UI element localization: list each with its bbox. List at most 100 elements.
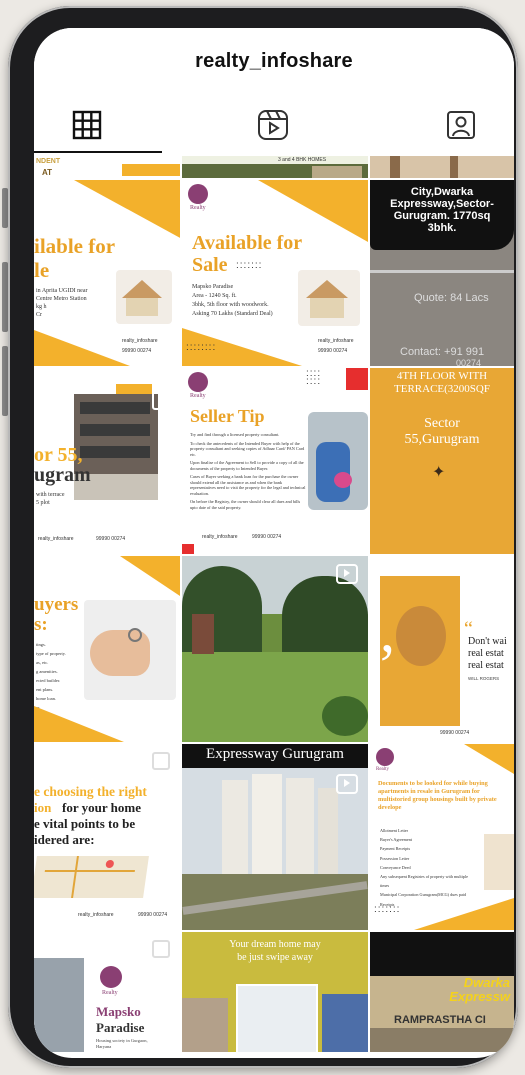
logo-text: Realty (102, 990, 118, 996)
quote-line: Don't wai (468, 636, 507, 647)
post-available-sale[interactable]: Realty Available for Sale ::::::: Mapsko… (182, 180, 368, 366)
corner-shape (34, 706, 124, 742)
list-item: Possession Letter (380, 855, 410, 861)
post-buyers[interactable]: uyers s: tings. type of property. as, et… (34, 556, 180, 742)
post-phone: 99990 00274 (318, 348, 348, 354)
quote-line: real estat (468, 660, 504, 671)
sign-text: RAMPRASTHA CI (394, 1014, 486, 1026)
realty-logo-icon (376, 748, 394, 766)
building-floor (80, 424, 150, 436)
post-mapsko-paradise[interactable]: Realty Mapsko Paradise Housing society i… (34, 932, 180, 1052)
tower (318, 788, 338, 880)
list-item: ent plans. (36, 687, 54, 692)
post-seller-tip[interactable]: Realty :::::::: Seller Tip Try and find … (182, 368, 368, 554)
listing-line: TERRACE(3200SQF (394, 383, 490, 395)
building-image (34, 958, 84, 1052)
wall (192, 614, 214, 654)
list-item: 3bhk, 5th floor with woodwork. (192, 302, 269, 308)
details-list: Mapsko Paradise Area - 1240 Sq. ft. 3bhk… (192, 284, 300, 317)
house-photo (236, 984, 318, 1052)
post-text: Haryana (96, 1044, 112, 1049)
post-expressway-reel[interactable]: Expressway Gurugram (182, 744, 368, 930)
post-phone: 99990 00274 (96, 536, 126, 542)
post-documents[interactable]: Realty Documents to be looked for while … (370, 744, 514, 930)
post-dwarka-listing[interactable]: City,Dwarka Expressway,Sector- Gurugram.… (370, 180, 514, 366)
realty-logo-icon (188, 372, 208, 392)
tips-list: Try and find through a licensed property… (190, 432, 306, 510)
post-tile[interactable] (370, 156, 514, 178)
carousel-icon (152, 390, 172, 410)
decor-dots: :::::::: (186, 342, 217, 353)
tab-posts-grid[interactable] (34, 108, 162, 153)
tab-tagged[interactable] (444, 108, 478, 142)
post-sector55-terrace[interactable]: 4TH FLOOR WITH TERRACE(3200SQF Sector 55… (370, 368, 514, 554)
interior-image (450, 156, 458, 178)
post-text: 3 and 4 BHK HOMES (278, 157, 327, 163)
list-item: Cases of Buyer seeking a bank loan for t… (190, 474, 306, 496)
post-tile[interactable]: NDENT AT (34, 156, 180, 178)
post-title: ugram (34, 464, 91, 486)
tower (252, 774, 282, 880)
post-title: le (34, 258, 50, 282)
post-title: for your home (62, 800, 141, 815)
house-image (484, 834, 514, 890)
building-image (312, 166, 362, 178)
post-tile[interactable]: 3 and 4 BHK HOMES (182, 156, 368, 178)
reel-icon (336, 564, 358, 584)
corner-shape (34, 330, 130, 366)
listing-text: 4TH FLOOR WITH TERRACE(3200SQF (370, 370, 514, 396)
post-caption: Expressway Gurugram (206, 746, 344, 762)
list-item: Buyer's Agreement (380, 837, 413, 843)
phone-frame: realty_infoshare NDENT AT 3 and 4 BHK HO… (8, 6, 518, 1068)
corner-shape (74, 180, 180, 240)
list-item: home loan. (36, 696, 56, 701)
post-phone: 99990 00274 (440, 730, 470, 736)
post-sector55[interactable]: or 55, ugram with terrace 5 plot realty_… (34, 368, 180, 554)
listing-line: 55,Gurugram (404, 432, 480, 447)
building-photo (322, 994, 368, 1052)
post-title: Mapsko (96, 1004, 141, 1019)
post-text: kg h (36, 304, 47, 310)
reel-icon (336, 774, 358, 794)
post-dream-home[interactable]: Your dream home may be just swipe away (182, 932, 368, 1052)
post-quote[interactable]: , “ Don't wai real estat real estat WILL… (370, 556, 514, 742)
list-item: as, etc. (36, 660, 49, 665)
post-dwarka-expressway[interactable]: Dwarka Expressw RAMPRASTHA CI (370, 932, 514, 1052)
post-available-sale-left[interactable]: ilable for le in Aprita UGIDI near Centr… (34, 180, 180, 366)
grid-icon (72, 110, 102, 140)
gate-image (370, 1028, 514, 1052)
post-text: NDENT (36, 158, 61, 165)
logo-text: Realty (190, 393, 206, 399)
listing-line: Gurugram. 1770sq (393, 210, 491, 222)
bush (322, 696, 368, 736)
house-image (298, 270, 360, 326)
profile-header: realty_infoshare (34, 28, 514, 153)
tab-reels[interactable] (256, 108, 290, 142)
documents-list: Allotment Letter Buyer's Agreement Payme… (380, 826, 476, 909)
quote-text: Quote: 84 Lacs (414, 292, 489, 304)
listing-text: City,Dwarka Expressway,Sector- Gurugram.… (370, 186, 514, 234)
face-shape (396, 606, 446, 666)
post-text: 5 plot (36, 500, 50, 506)
list-item: Allotment Letter (380, 828, 409, 833)
post-title: Available for (192, 232, 303, 254)
post-title: Paradise (96, 1020, 145, 1035)
contact-text: 00274 (456, 358, 482, 366)
list-item: To check the antecedents of the Intended… (190, 440, 305, 457)
realty-logo-icon (100, 966, 122, 988)
banner-line: Dwarka (463, 975, 510, 990)
map-road (71, 856, 79, 898)
accent-square (182, 544, 194, 554)
post-text: in Aprita UGIDI near (36, 288, 88, 294)
post-garden-reel[interactable] (182, 556, 368, 742)
post-title: Seller Tip (190, 406, 265, 426)
corner-shape (464, 744, 514, 774)
map-pin-icon (105, 860, 115, 868)
post-title: Documents to be looked for while buying … (378, 780, 497, 811)
carousel-icon (152, 940, 170, 958)
post-phone: 99990 00274 (138, 912, 168, 918)
house-image (116, 270, 172, 324)
post-handle: realty_infoshare (202, 534, 238, 540)
post-choosing-location[interactable]: e choosing the right ion for your home e… (34, 744, 180, 930)
list-item: Try and find through a licensed property… (190, 432, 280, 437)
